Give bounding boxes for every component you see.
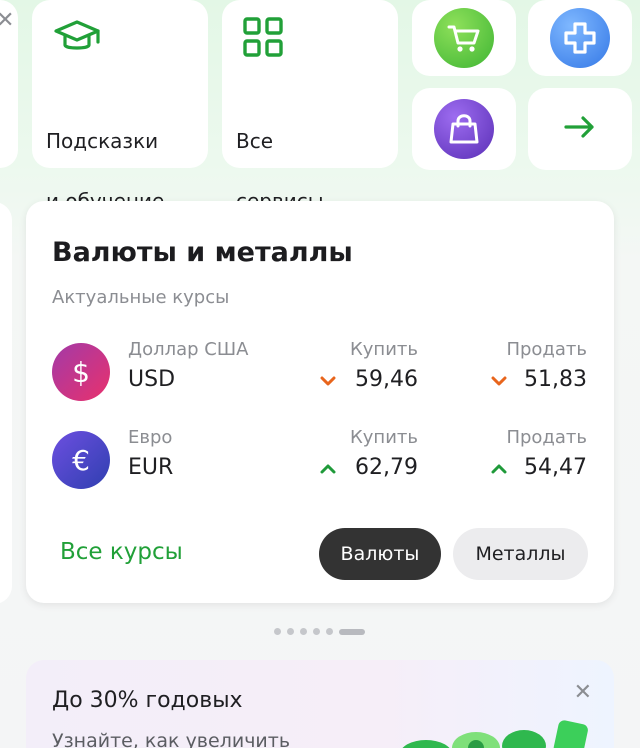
currency-card[interactable]: Валюты и металлы Актуальные курсы $ Долл… — [26, 201, 614, 603]
market-app-tile[interactable] — [412, 88, 516, 170]
medical-cross-icon — [550, 8, 610, 68]
close-icon[interactable]: ✕ — [0, 8, 14, 33]
currency-row-usd[interactable]: $ Доллар США USD Купить 59,46 Продать 51… — [26, 333, 614, 403]
buy-value: 59,46 — [355, 367, 418, 392]
shopping-bag-icon — [434, 99, 494, 159]
arrow-right-icon — [563, 115, 597, 143]
currency-row-eur[interactable]: € Евро EUR Купить 62,79 Продать 54,47 — [26, 421, 614, 491]
grid-icon — [242, 16, 286, 64]
shop-app-tile[interactable] — [412, 0, 516, 76]
tab-metals[interactable]: Металлы — [453, 528, 588, 580]
trend-up-icon — [490, 461, 508, 475]
buy-label: Купить — [350, 427, 418, 448]
hints-tile[interactable]: Подсказки и обучение — [32, 0, 208, 213]
partial-card-left-2 — [0, 202, 12, 604]
sell-label: Продать — [506, 427, 587, 448]
all-services-tile[interactable]: Все сервисы — [222, 0, 398, 213]
promo-card[interactable]: До 30% годовых Узнайте, как увеличить ✕ — [26, 660, 614, 748]
currency-code: EUR — [128, 455, 174, 480]
carousel-pager — [274, 628, 365, 635]
pager-dot[interactable] — [287, 628, 294, 635]
currency-title: Валюты и металлы — [52, 237, 353, 268]
euro-icon: € — [52, 431, 110, 489]
currency-name: Доллар США — [128, 339, 249, 360]
more-apps-tile[interactable] — [528, 88, 632, 170]
promo-title: До 30% годовых — [52, 688, 243, 713]
close-icon[interactable]: ✕ — [574, 680, 592, 705]
money-illustration-icon — [396, 718, 606, 748]
buy-value: 62,79 — [355, 455, 418, 480]
graduation-cap-icon — [52, 16, 102, 60]
currency-name: Евро — [128, 427, 173, 448]
trend-up-icon — [319, 461, 337, 475]
promo-subtitle: Узнайте, как увеличить — [52, 730, 291, 748]
pager-dot[interactable] — [300, 628, 307, 635]
sell-value: 51,83 — [524, 367, 587, 392]
pager-dot-active[interactable] — [339, 628, 365, 635]
shopping-cart-icon — [434, 8, 494, 68]
health-app-tile[interactable] — [528, 0, 632, 76]
pager-dot[interactable] — [274, 628, 281, 635]
pager-dot[interactable] — [313, 628, 320, 635]
dollar-icon: $ — [52, 343, 110, 401]
sell-label: Продать — [506, 339, 587, 360]
sell-value: 54,47 — [524, 455, 587, 480]
pager-dot[interactable] — [326, 628, 333, 635]
trend-down-icon — [490, 373, 508, 387]
trend-down-icon — [319, 373, 337, 387]
buy-label: Купить — [350, 339, 418, 360]
currency-code: USD — [128, 367, 176, 392]
tab-currencies[interactable]: Валюты — [319, 528, 441, 580]
currency-subtitle: Актуальные курсы — [52, 287, 230, 308]
all-rates-link[interactable]: Все курсы — [60, 539, 183, 565]
